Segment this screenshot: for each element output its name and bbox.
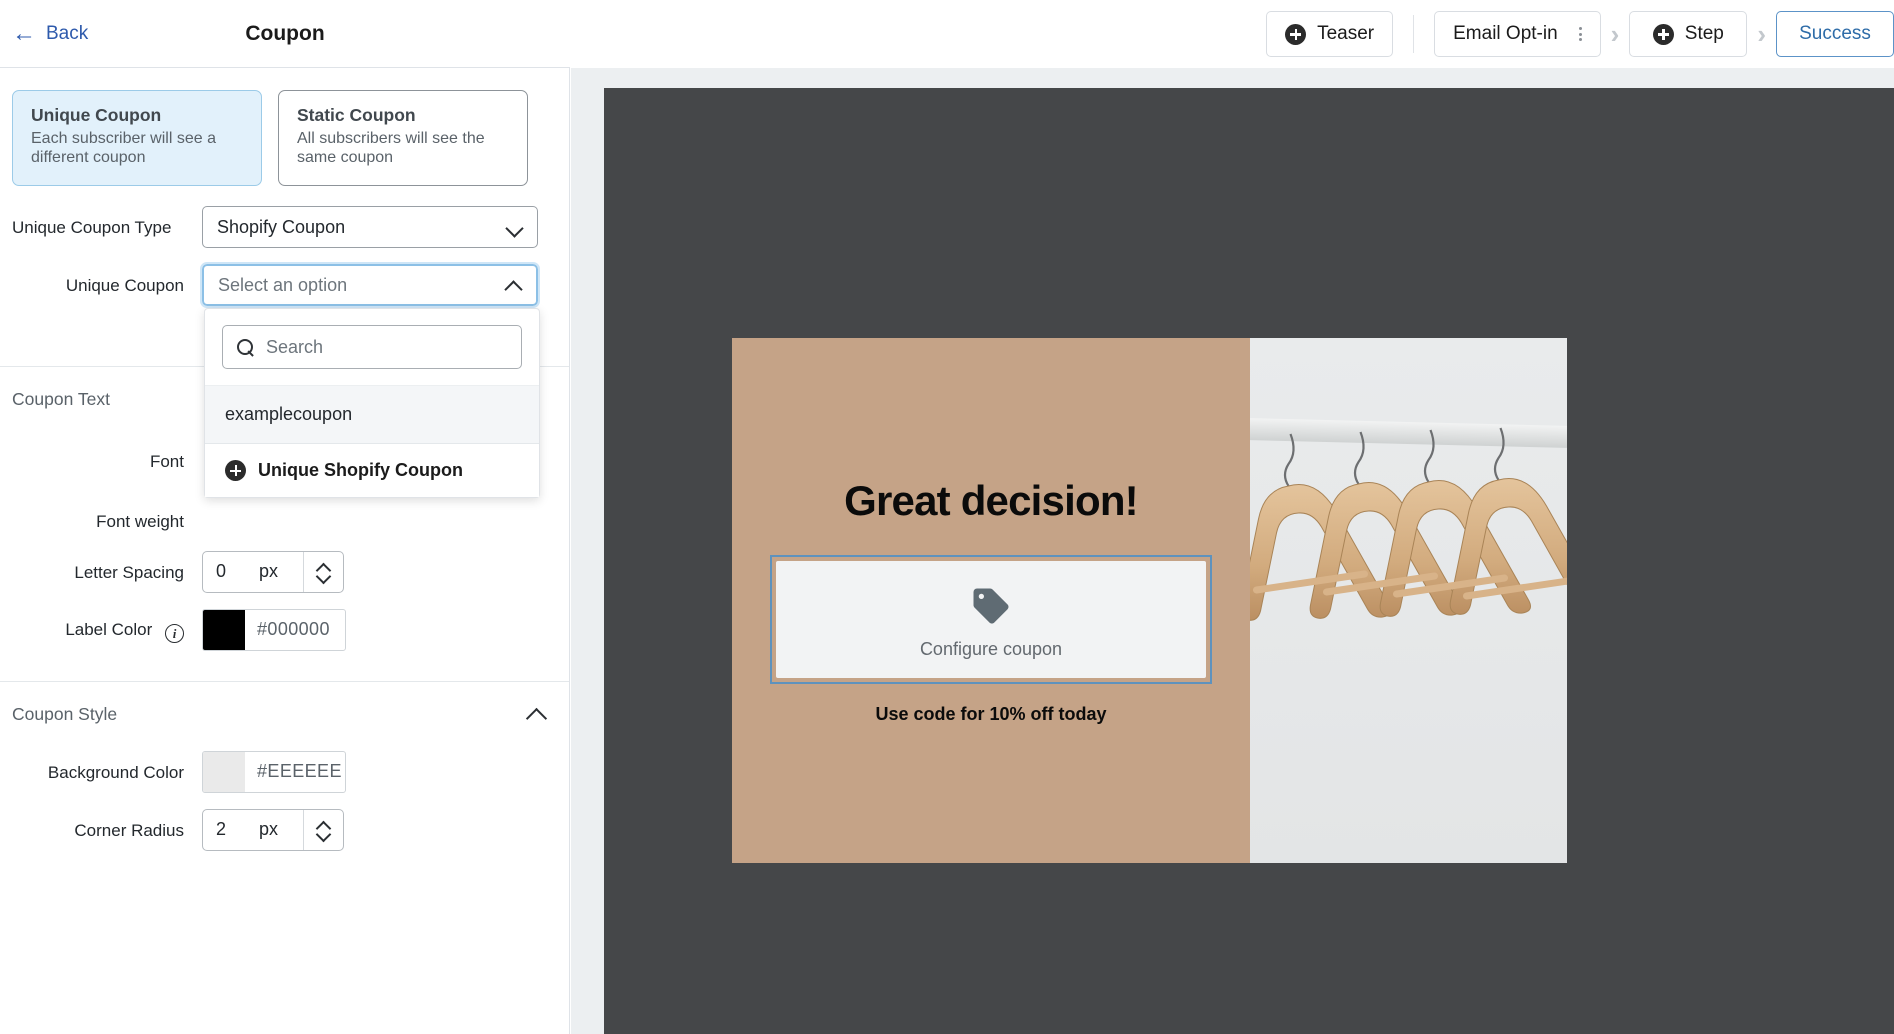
popup-headline: Great decision! [844, 476, 1139, 524]
field-unique-coupon-type: Unique Coupon Type Shopify Coupon [0, 206, 569, 248]
label-color-hex[interactable]: #000000 [245, 610, 345, 650]
coupon-type-option-unique[interactable]: Unique Coupon Each subscriber will see a… [12, 90, 262, 186]
letter-spacing-value[interactable]: 0 [203, 552, 259, 592]
back-arrow-icon: ← [12, 19, 36, 47]
stepper-arrows[interactable] [303, 809, 343, 850]
action-label: Unique Shopify Coupon [258, 460, 463, 480]
dropdown-search-wrapper: Search [205, 309, 539, 385]
label-color-field[interactable]: #000000 [202, 608, 346, 651]
option-title: Unique Coupon [31, 105, 162, 125]
field-label: Font weight [96, 512, 184, 532]
chevron-down-icon[interactable] [317, 573, 330, 581]
back-label: Back [46, 22, 89, 44]
step-label: Success [1799, 23, 1871, 44]
preview-stage: Great decision! Configure coupon Use cod… [604, 88, 1894, 1034]
select-value: Shopify Coupon [217, 216, 346, 237]
stepper-arrows[interactable] [303, 551, 343, 592]
background-color-swatch[interactable] [203, 751, 245, 792]
field-label: Letter Spacing [74, 562, 184, 582]
option-description: Each subscriber will see a different cou… [31, 130, 216, 166]
preview-area: Great decision! Configure coupon Use cod… [571, 68, 1894, 1034]
step-chip-teaser[interactable]: Teaser [1266, 11, 1394, 57]
step-label: Teaser [1317, 23, 1375, 44]
chevron-up-icon[interactable] [527, 704, 547, 724]
dropdown-option-examplecoupon[interactable]: examplecoupon [205, 385, 539, 443]
plus-circle-icon [1285, 23, 1307, 45]
chevron-down-icon[interactable] [317, 831, 330, 839]
coupon-widget-selected[interactable]: Configure coupon [770, 554, 1212, 684]
search-icon [237, 338, 254, 356]
plus-circle-icon [225, 460, 246, 481]
step-chip-email-opt-in[interactable]: Email Opt-in [1434, 11, 1601, 57]
search-placeholder: Search [266, 336, 324, 357]
field-label: Unique Coupon [65, 276, 184, 295]
unique-coupon-dropdown: Search examplecoupon Unique Shopify Coup… [204, 308, 540, 498]
info-icon[interactable]: i [165, 624, 184, 644]
field-unique-coupon: Unique Coupon Select an option Search ex… [0, 262, 569, 498]
section-title: Coupon Style [12, 703, 118, 724]
chevron-down-icon [507, 219, 523, 235]
background-color-field[interactable]: #EEEEEE [202, 750, 346, 793]
field-label-wrapper: Label Color i [12, 609, 202, 644]
field-background-color: Background Color #EEEEEE [0, 750, 569, 793]
divider [1413, 15, 1415, 53]
configure-coupon-label: Configure coupon [919, 638, 1063, 659]
dropdown-create-unique-shopify-coupon[interactable]: Unique Shopify Coupon [205, 443, 539, 497]
coupon-type-option-static[interactable]: Static Coupon All subscribers will see t… [278, 90, 528, 186]
step-chip-step[interactable]: Step [1629, 11, 1748, 57]
popup-preview-card: Great decision! Configure coupon Use cod… [732, 338, 1567, 863]
popup-image-side [1250, 338, 1567, 863]
popup-content-side: Great decision! Configure coupon Use cod… [732, 338, 1250, 863]
field-letter-spacing: Letter Spacing 0 px [0, 550, 569, 593]
step-chip-success[interactable]: Success [1776, 11, 1894, 57]
popup-subtext: Use code for 10% off today [875, 703, 1107, 724]
settings-panel: Unique Coupon Each subscriber will see a… [0, 68, 570, 1034]
label-color-swatch[interactable] [203, 609, 245, 650]
option-description: All subscribers will see the same coupon [297, 130, 485, 166]
section-title: Coupon Text [12, 389, 110, 409]
back-button[interactable]: ← Back [12, 19, 89, 47]
corner-radius-value[interactable]: 2 [203, 810, 259, 850]
background-color-hex[interactable]: #EEEEEE [245, 752, 345, 792]
field-label: Background Color [47, 762, 184, 782]
tag-icon [973, 588, 1009, 623]
chevron-up-icon [506, 277, 522, 293]
coupon-type-selector: Unique Coupon Each subscriber will see a… [0, 68, 569, 186]
step-label: Email Opt-in [1453, 23, 1558, 44]
field-label: Font [149, 452, 184, 471]
field-corner-radius: Corner Radius 2 px [0, 808, 569, 851]
plus-circle-icon [1652, 23, 1674, 45]
unique-coupon-select[interactable]: Select an option [200, 262, 540, 308]
field-font-weight: Font weight [0, 500, 569, 532]
chevron-right-icon: › [1757, 18, 1766, 49]
step-navigation: Teaser Email Opt-in › Step › Success [570, 0, 1894, 68]
dropdown-search-input[interactable]: Search [222, 325, 522, 369]
chevron-right-icon: › [1610, 18, 1620, 49]
field-label: Corner Radius [74, 820, 184, 840]
hangers-photo [1250, 427, 1567, 621]
step-label: Step [1684, 23, 1724, 44]
coupon-inner[interactable]: Configure coupon [776, 560, 1206, 678]
corner-radius-unit: px [259, 819, 279, 840]
panel-header: ← Back Coupon [0, 0, 570, 68]
corner-radius-stepper[interactable]: 2 px [202, 808, 344, 851]
field-label: Unique Coupon Type [12, 218, 172, 237]
letter-spacing-unit: px [259, 561, 279, 582]
letter-spacing-stepper[interactable]: 0 px [202, 550, 344, 593]
option-title: Static Coupon [297, 105, 416, 125]
top-bar: ← Back Coupon Teaser Email Opt-in › Step… [0, 0, 1894, 68]
unique-coupon-type-select[interactable]: Shopify Coupon [202, 206, 538, 248]
section-coupon-style-header[interactable]: Coupon Style [0, 682, 569, 725]
step-menu-kebab-icon[interactable] [1578, 27, 1582, 41]
option-label: examplecoupon [225, 404, 353, 424]
field-label-color: Label Color i #000000 [0, 608, 569, 651]
select-placeholder: Select an option [218, 274, 348, 295]
field-label: Label Color [65, 619, 153, 639]
